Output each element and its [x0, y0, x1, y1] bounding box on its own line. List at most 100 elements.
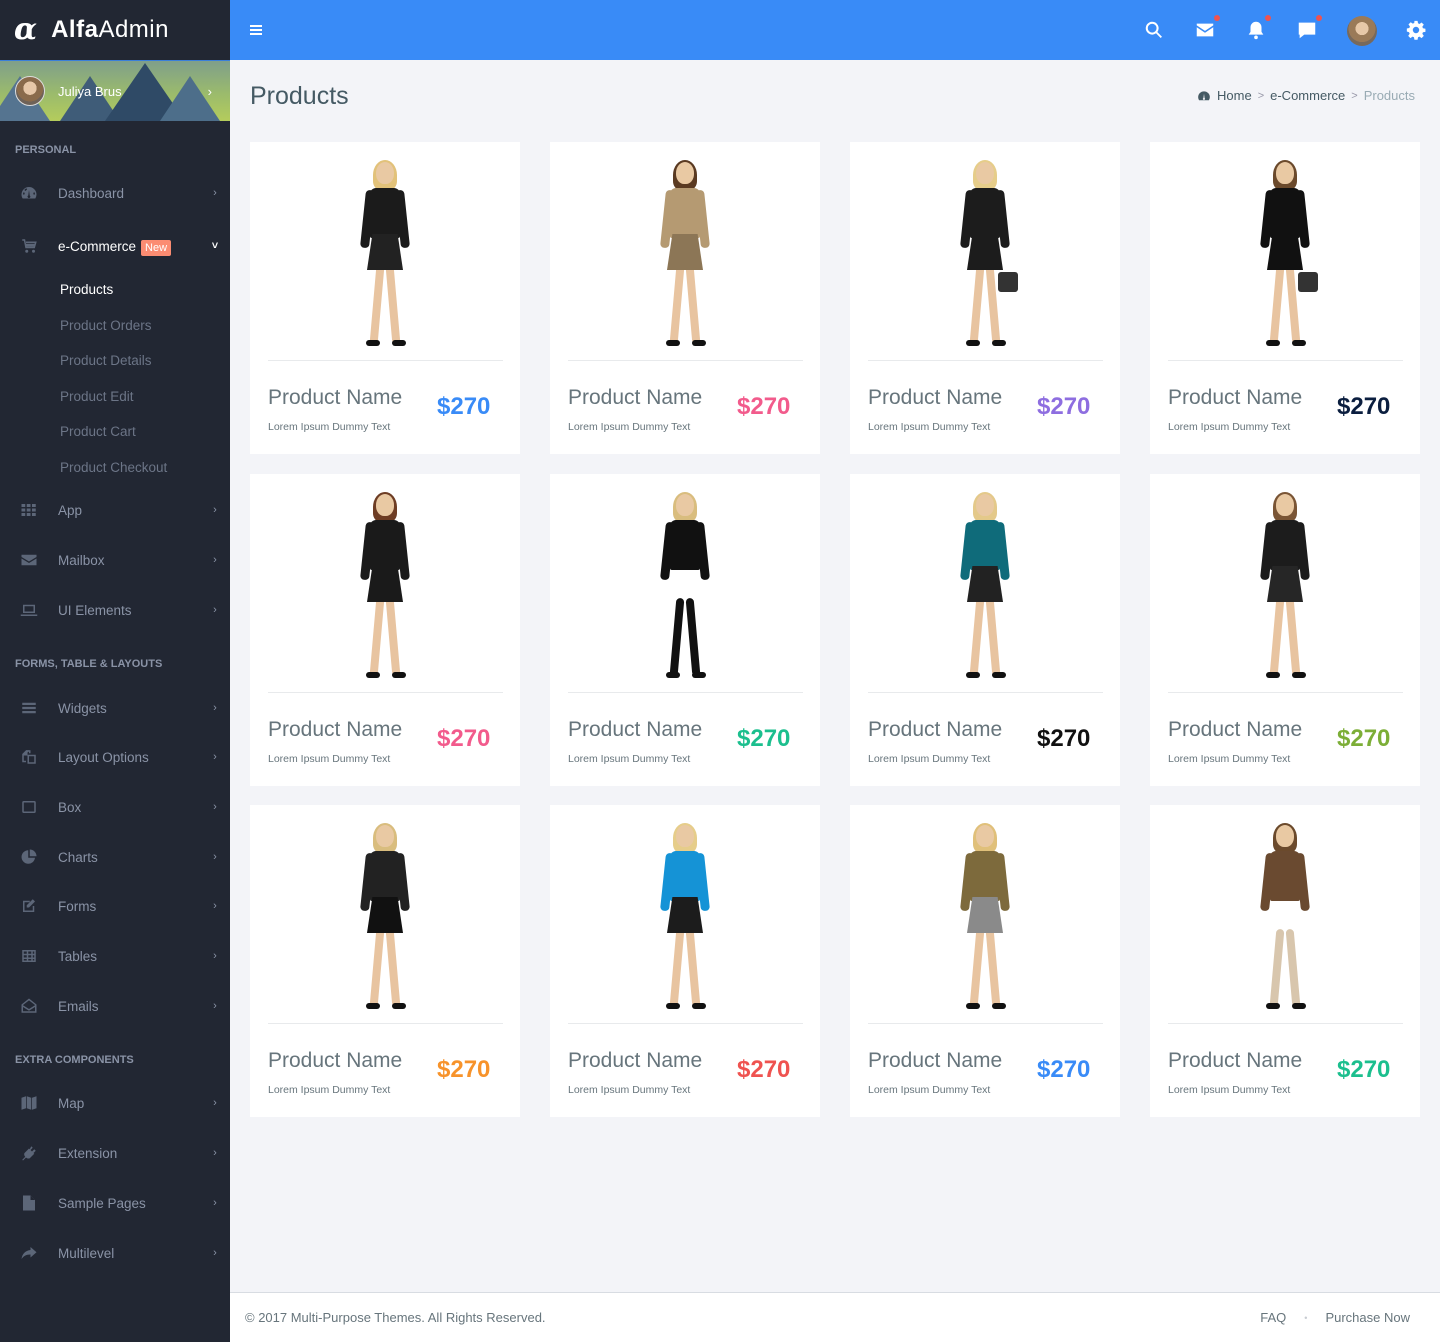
sidebar-item-dashboard[interactable]: Dashboard › [0, 181, 230, 205]
purchase-now-link[interactable]: Purchase Now [1325, 1310, 1410, 1325]
product-image[interactable] [250, 805, 520, 1023]
notification-dot [1265, 15, 1271, 21]
bell-icon[interactable] [1245, 19, 1267, 41]
envelope-icon [0, 551, 58, 569]
product-price: $270 [437, 1056, 490, 1084]
submenu-item-product-orders[interactable]: Product Orders [60, 318, 152, 333]
product-description: Lorem Ipsum Dummy Text [268, 421, 390, 433]
sidebar-item-tables[interactable]: Tables › [0, 944, 230, 968]
sidebar-item-box[interactable]: Box › [0, 795, 230, 819]
product-description: Lorem Ipsum Dummy Text [268, 1084, 390, 1096]
product-card[interactable]: Product NameLorem Ipsum Dummy Text$270 [550, 474, 820, 786]
product-name[interactable]: Product Name [868, 1049, 1002, 1073]
brand-name-light: Admin [98, 16, 169, 44]
product-card[interactable]: Product NameLorem Ipsum Dummy Text$270 [850, 142, 1120, 454]
logo[interactable]: α Alfa Admin [0, 0, 230, 60]
product-card[interactable]: Product NameLorem Ipsum Dummy Text$270 [550, 142, 820, 454]
card-divider [868, 1023, 1103, 1024]
product-name[interactable]: Product Name [268, 718, 402, 742]
chevron-right-icon: › [200, 751, 230, 763]
submenu-item-product-cart[interactable]: Product Cart [60, 424, 136, 439]
chevron-right-icon: › [200, 1197, 230, 1209]
product-name[interactable]: Product Name [1168, 1049, 1302, 1073]
product-card[interactable]: Product NameLorem Ipsum Dummy Text$270 [250, 142, 520, 454]
sidebar-item-app[interactable]: App › [0, 498, 230, 522]
product-card[interactable]: Product Name Lorem Ipsum Dummy Text $270 [250, 805, 520, 1117]
sidebar-item-map[interactable]: Map › [0, 1091, 230, 1115]
product-name[interactable]: Product Name [1168, 718, 1302, 742]
user-panel[interactable]: Juliya Brus › [0, 60, 230, 121]
product-image[interactable] [1150, 142, 1420, 360]
product-image[interactable] [550, 474, 820, 692]
faq-link[interactable]: FAQ [1260, 1310, 1286, 1325]
chevron-right-icon: › [200, 1000, 230, 1012]
sidebar-item-mailbox[interactable]: Mailbox › [0, 548, 230, 572]
product-price: $270 [737, 725, 790, 753]
model-photo [650, 162, 720, 352]
product-name[interactable]: Product Name [1168, 386, 1302, 410]
product-image[interactable] [1150, 474, 1420, 692]
product-image[interactable] [550, 142, 820, 360]
avatar[interactable] [1347, 16, 1377, 46]
product-image[interactable] [850, 805, 1120, 1023]
chevron-right-icon: › [200, 702, 230, 714]
sidebar-item-label: UI Elements [58, 603, 200, 618]
sidebar-item-emails[interactable]: Emails › [0, 994, 230, 1018]
card-divider [868, 360, 1103, 361]
nav-header-forms-tables-layouts: FORMS, TABLE & LAYOUTS [0, 658, 162, 672]
nav-header-extra-components: EXTRA COMPONENTS [0, 1054, 134, 1068]
sidebar-item-widgets[interactable]: Widgets › [0, 696, 230, 720]
product-name[interactable]: Product Name [268, 386, 402, 410]
sidebar-item-label: e-CommerceNew [58, 239, 200, 254]
chevron-right-icon[interactable]: › [208, 84, 212, 99]
product-description: Lorem Ipsum Dummy Text [1168, 1084, 1290, 1096]
product-card[interactable]: Product NameLorem Ipsum Dummy Text$270 [1150, 805, 1420, 1117]
product-image[interactable] [1150, 805, 1420, 1023]
product-image[interactable] [850, 474, 1120, 692]
product-name[interactable]: Product Name [568, 386, 702, 410]
sidebar-item-forms[interactable]: Forms › [0, 894, 230, 918]
sidebar-item-label: Extension [58, 1146, 200, 1161]
product-name[interactable]: Product Name [568, 718, 702, 742]
sidebar-item-extension[interactable]: Extension › [0, 1141, 230, 1165]
breadcrumb-home[interactable]: Home [1217, 88, 1252, 103]
chat-icon[interactable] [1296, 19, 1318, 41]
menu-icon[interactable] [250, 25, 262, 35]
product-image[interactable] [550, 805, 820, 1023]
search-icon[interactable] [1143, 19, 1165, 41]
list-icon [0, 699, 58, 717]
submenu-item-products[interactable]: Products [60, 282, 113, 297]
gear-icon[interactable] [1405, 19, 1427, 41]
submenu-item-product-details[interactable]: Product Details [60, 353, 152, 368]
submenu-item-product-checkout[interactable]: Product Checkout [60, 460, 167, 475]
sidebar-item-layout-options[interactable]: Layout Options › [0, 745, 230, 769]
file-icon [0, 1194, 58, 1212]
product-image[interactable] [250, 474, 520, 692]
breadcrumb-ecommerce[interactable]: e-Commerce [1270, 88, 1345, 103]
product-card[interactable]: Product NameLorem Ipsum Dummy Text$270 [550, 805, 820, 1117]
sidebar-item-multilevel[interactable]: Multilevel › [0, 1241, 230, 1265]
product-image[interactable] [250, 142, 520, 360]
product-card[interactable]: Product NameLorem Ipsum Dummy Text$270 [1150, 474, 1420, 786]
user-name[interactable]: Juliya Brus [58, 84, 122, 99]
mail-icon[interactable] [1194, 19, 1216, 41]
product-name[interactable]: Product Name [868, 718, 1002, 742]
sidebar-item-ui-elements[interactable]: UI Elements › [0, 598, 230, 622]
product-name[interactable]: Product Name [868, 386, 1002, 410]
submenu-item-product-edit[interactable]: Product Edit [60, 389, 134, 404]
product-card[interactable]: Product NameLorem Ipsum Dummy Text$270 [1150, 142, 1420, 454]
product-price: $270 [1037, 393, 1090, 421]
product-name[interactable]: Product Name [268, 1049, 402, 1073]
product-image[interactable] [850, 142, 1120, 360]
sidebar-item-charts[interactable]: Charts › [0, 845, 230, 869]
sidebar-item-ecommerce[interactable]: e-CommerceNew ˅ [0, 234, 230, 258]
product-description: Lorem Ipsum Dummy Text [568, 421, 690, 433]
sidebar-item-sample-pages[interactable]: Sample Pages › [0, 1191, 230, 1215]
product-name[interactable]: Product Name [568, 1049, 702, 1073]
product-card[interactable]: Product NameLorem Ipsum Dummy Text$270 [850, 474, 1120, 786]
product-card[interactable]: Product NameLorem Ipsum Dummy Text$270 [250, 474, 520, 786]
product-card[interactable]: Product NameLorem Ipsum Dummy Text$270 [850, 805, 1120, 1117]
chevron-right-icon: › [200, 554, 230, 566]
user-avatar[interactable] [15, 76, 45, 106]
page-title: Products [250, 82, 349, 111]
